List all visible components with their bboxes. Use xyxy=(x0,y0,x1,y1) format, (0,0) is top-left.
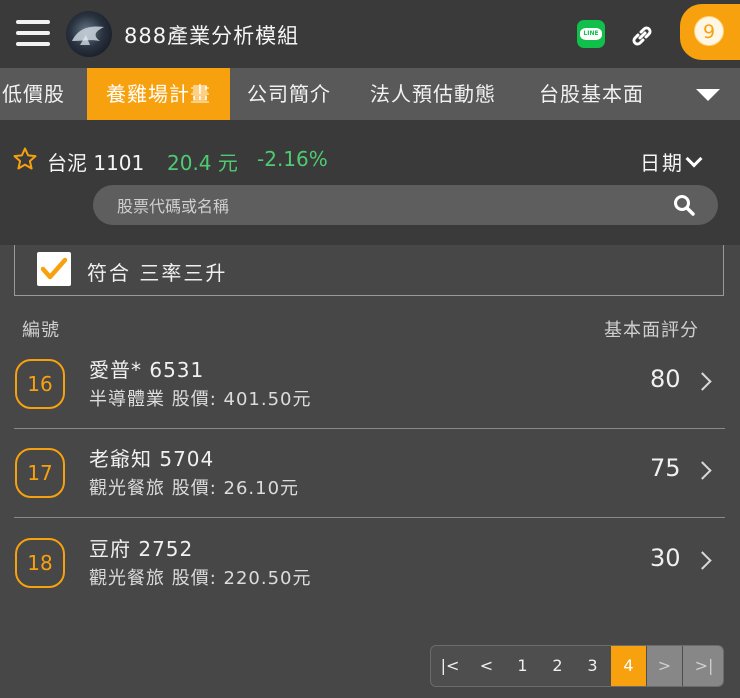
stock-price: 20.4 元 xyxy=(167,151,238,175)
page-2-button[interactable]: 2 xyxy=(540,646,575,686)
chevron-down-icon xyxy=(685,150,703,168)
link-icon[interactable] xyxy=(628,22,656,50)
filter-label: 符合 三率三升 xyxy=(87,261,228,285)
pagination: |< < 1 2 3 4 > >| xyxy=(430,645,724,687)
item-subtitle: 觀光餐旅 股價: 220.50元 xyxy=(89,568,312,589)
line-icon: LINE xyxy=(580,28,602,40)
search-icon[interactable] xyxy=(672,193,696,217)
chevron-right-icon xyxy=(693,551,712,570)
app-logo xyxy=(66,11,112,57)
page-prev-button[interactable]: < xyxy=(469,646,504,686)
top-bar: 888產業分析模組 LINE 9 xyxy=(0,0,740,68)
search-box xyxy=(93,185,718,227)
tab-institutional-forecast[interactable]: 法人預估動態 xyxy=(370,68,496,120)
item-score: 80 xyxy=(650,365,681,393)
tab-company-profile[interactable]: 公司簡介 xyxy=(247,68,331,120)
item-subtitle: 觀光餐旅 股價: 26.10元 xyxy=(89,478,300,499)
tab-low-price[interactable]: 低價股 xyxy=(2,68,86,120)
chevron-right-icon xyxy=(693,461,712,480)
search-input[interactable] xyxy=(115,185,659,227)
page-1-button[interactable]: 1 xyxy=(505,646,540,686)
list-item[interactable]: 17 老爺知 5704 觀光餐旅 股價: 26.10元 75 xyxy=(14,428,725,518)
item-score: 75 xyxy=(650,454,681,482)
menu-icon[interactable] xyxy=(16,20,50,46)
date-label: 日期 xyxy=(640,151,684,175)
check-icon xyxy=(40,257,68,280)
page-first-button[interactable]: |< xyxy=(431,646,469,686)
stock-name: 台泥 1101 xyxy=(47,151,145,175)
item-title: 豆府 2752 xyxy=(89,537,194,561)
item-subtitle: 半導體業 股價: 401.50元 xyxy=(89,389,312,410)
notification-tab[interactable]: 9 xyxy=(680,4,740,60)
list-item[interactable]: 16 愛普* 6531 半導體業 股價: 401.50元 80 xyxy=(14,339,725,429)
page-last-button[interactable]: >| xyxy=(683,646,723,686)
item-score: 30 xyxy=(650,544,681,572)
item-title: 老爺知 5704 xyxy=(89,447,215,471)
caret-down-icon xyxy=(696,89,720,101)
filter-checkbox[interactable] xyxy=(37,252,71,286)
tab-fundamentals[interactable]: 台股基本面 xyxy=(539,68,644,120)
stock-change: -2.16% xyxy=(257,147,328,171)
star-icon[interactable] xyxy=(12,146,38,172)
tab-chicken-farm[interactable]: 養雞場計畫 xyxy=(87,68,230,120)
date-selector[interactable]: 日期 xyxy=(640,147,703,176)
item-title: 愛普* 6531 xyxy=(89,358,205,382)
page-next-button[interactable]: > xyxy=(647,646,682,686)
item-number: 16 xyxy=(15,359,65,409)
page-4-button[interactable]: 4 xyxy=(611,646,646,686)
item-number: 17 xyxy=(15,448,65,498)
page-3-button[interactable]: 3 xyxy=(575,646,610,686)
chevron-right-icon xyxy=(693,372,712,391)
tabs-more-button[interactable] xyxy=(676,68,740,120)
notification-badge[interactable]: 9 xyxy=(694,16,724,46)
stock-bar: 台泥 1101 20.4 元 -2.16% 日期 xyxy=(0,120,740,245)
list-item[interactable]: 18 豆府 2752 觀光餐旅 股價: 220.50元 30 xyxy=(14,518,725,607)
line-share-button[interactable]: LINE xyxy=(577,20,605,48)
app-title: 888產業分析模組 xyxy=(124,24,300,48)
nav-tabs: 低價股 養雞場計畫 公司簡介 法人預估動態 台股基本面 xyxy=(0,68,740,120)
item-number: 18 xyxy=(15,538,65,588)
